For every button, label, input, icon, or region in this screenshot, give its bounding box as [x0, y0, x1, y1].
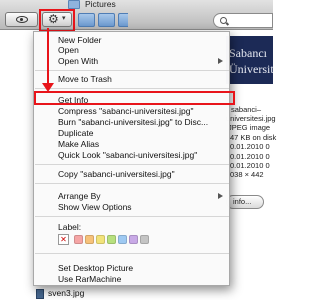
label-section-title: Label: — [58, 222, 82, 232]
menu-separator — [35, 216, 229, 217]
menu-separator — [35, 183, 229, 184]
info-filename: sabanci– — [231, 105, 262, 114]
folder-icon — [68, 0, 80, 9]
menu-item-set-desktop-picture[interactable]: Set Desktop Picture — [35, 263, 229, 274]
submenu-arrow-icon — [218, 193, 223, 199]
no-label-icon[interactable]: ✕ — [58, 234, 69, 245]
info-kind: JPEG image — [228, 123, 271, 132]
menu-item-label: Arrange By — [58, 191, 101, 201]
label-color-picker: ✕ — [58, 234, 158, 245]
label-swatch-yellow[interactable] — [96, 235, 105, 244]
menu-item-make-alias[interactable]: Make Alias — [35, 139, 229, 150]
list-item[interactable]: sven3.jpg — [36, 288, 136, 300]
info-opened: 0.01.2010 0 — [230, 161, 270, 170]
menu-separator — [35, 164, 229, 165]
menu-item-move-to-trash[interactable]: Move to Trash — [35, 74, 229, 85]
menu-item-duplicate[interactable]: Duplicate — [35, 128, 229, 139]
menu-item-open-with[interactable]: Open With — [35, 56, 229, 67]
label-swatch-green[interactable] — [107, 235, 116, 244]
label-swatch-red[interactable] — [74, 235, 83, 244]
menu-item-open[interactable]: Open — [35, 45, 229, 56]
search-input[interactable] — [213, 13, 273, 28]
preview-image: Sabancı Üniversitesi — [226, 36, 273, 84]
info-size: 47 KB on disk — [230, 133, 277, 142]
file-name: sven3.jpg — [48, 288, 85, 298]
menu-item-burn[interactable]: Burn "sabanci-universitesi.jpg" to Disc.… — [35, 117, 229, 128]
menu-item-compress[interactable]: Compress "sabanci-universitesi.jpg" — [35, 106, 229, 117]
info-dimensions: 038 × 442 — [230, 170, 264, 179]
context-menu: New Folder Open Open With Move to Trash … — [33, 31, 230, 286]
annotation-arrow — [47, 28, 49, 84]
info-modified: 0.01.2010 0 — [230, 152, 270, 161]
menu-item-quick-look[interactable]: Quick Look "sabanci-universitesi.jpg" — [35, 150, 229, 161]
eye-icon — [16, 16, 28, 23]
folder-icon[interactable] — [98, 13, 115, 27]
quicklook-button[interactable] — [5, 12, 38, 27]
menu-item-use-rarmachine[interactable]: Use RarMachine — [35, 274, 229, 285]
menu-item-label: Open With — [58, 56, 99, 66]
window-title: Pictures — [85, 0, 116, 9]
preview-image-text: Sabancı — [229, 46, 267, 60]
menu-item-show-view-options[interactable]: Show View Options — [35, 202, 229, 213]
menu-item-copy[interactable]: Copy "sabanci-universitesi.jpg" — [35, 169, 229, 180]
info-created: 0.01.2010 0 — [230, 142, 270, 151]
label-swatch-gray[interactable] — [140, 235, 149, 244]
folder-icon[interactable] — [118, 13, 128, 27]
annotation-get-info-box — [34, 91, 235, 105]
menu-separator — [35, 88, 229, 89]
submenu-arrow-icon — [218, 58, 223, 64]
preview-image-text: Üniversitesi — [229, 62, 273, 76]
label-swatch-orange[interactable] — [85, 235, 94, 244]
info-filename: universitesi.jpg — [226, 114, 276, 123]
label-swatch-purple[interactable] — [129, 235, 138, 244]
menu-separator — [35, 253, 229, 254]
search-icon — [220, 17, 227, 24]
folder-icon[interactable] — [78, 13, 95, 27]
menu-item-arrange-by[interactable]: Arrange By — [35, 191, 229, 202]
more-info-button[interactable]: info... — [226, 195, 264, 209]
image-file-icon — [36, 289, 44, 299]
annotation-gear-box — [39, 9, 75, 32]
menu-separator — [35, 70, 229, 71]
label-swatch-blue[interactable] — [118, 235, 127, 244]
